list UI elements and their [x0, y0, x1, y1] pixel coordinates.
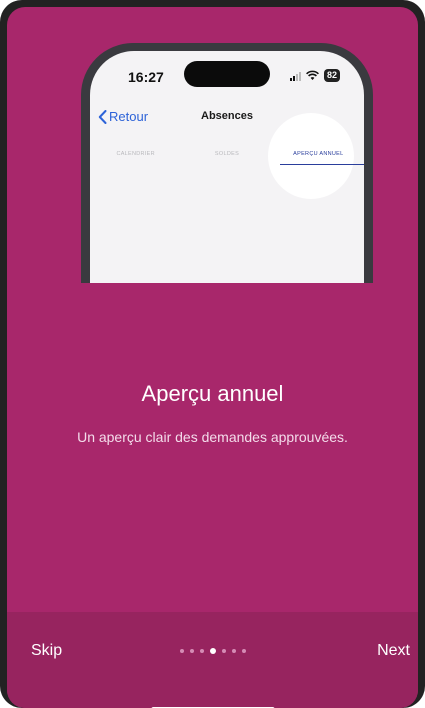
page-dot[interactable] [179, 649, 184, 653]
preview-phone-screen: 16:27 82 Retour Absences CALENDRIER SOLD… [90, 51, 364, 283]
page-dot[interactable] [189, 649, 194, 653]
preview-time: 16:27 [128, 69, 164, 85]
preview-tab-apercu-annuel: APERÇU ANNUEL [293, 151, 344, 157]
preview-tab-soldes: SOLDES [214, 151, 240, 157]
chevron-left-icon [98, 109, 107, 124]
slide-title: Aperçu annuel [141, 381, 284, 406]
status-icons: 82 [289, 69, 340, 82]
active-tab-underline [280, 164, 364, 165]
preview-back-link: Retour [98, 109, 148, 124]
device-frame: 16:27 82 Retour Absences CALENDRIER SOLD… [0, 0, 425, 708]
page-dot[interactable] [231, 649, 236, 653]
dynamic-island [184, 61, 270, 87]
preview-back-label: Retour [109, 109, 149, 124]
page-dot[interactable] [241, 649, 246, 653]
preview-tab-calendrier: CALENDRIER [116, 151, 155, 157]
wifi-icon [306, 70, 319, 80]
page-indicator[interactable] [7, 648, 418, 654]
page-dot-active[interactable] [209, 648, 216, 654]
page-dot[interactable] [199, 649, 204, 653]
preview-status-bar: 16:27 82 [90, 51, 364, 97]
onboarding-footer: Skip Next [7, 612, 418, 708]
signal-icon [289, 70, 301, 81]
preview-tabs: CALENDRIER SOLDES APERÇU ANNUEL [90, 141, 364, 171]
slide-subtitle: Un aperçu clair des demandes approuvées. [77, 429, 348, 445]
next-button[interactable]: Next [377, 642, 410, 660]
preview-phone-image: 16:27 82 Retour Absences CALENDRIER SOLD… [81, 43, 373, 283]
battery-icon: 82 [323, 69, 340, 82]
page-dot[interactable] [221, 649, 226, 653]
onboarding-screen: 16:27 82 Retour Absences CALENDRIER SOLD… [7, 7, 418, 708]
